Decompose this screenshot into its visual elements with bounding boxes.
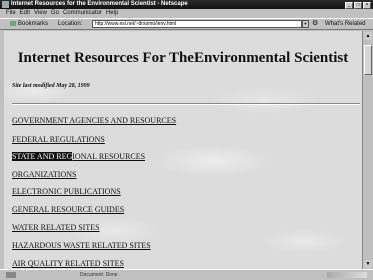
maximize-button[interactable]: □ — [354, 2, 362, 9]
scroll-up-arrow[interactable]: ▲ — [364, 32, 372, 40]
status-indicators — [327, 272, 367, 278]
whats-related-button[interactable]: What's Related — [325, 19, 366, 29]
vertical-scrollbar[interactable]: ▲ ▼ — [362, 31, 373, 269]
page-content: Internet Resources For TheEnvironmental … — [4, 31, 362, 269]
browser-window: Internet Resources for the Environmental… — [0, 0, 373, 280]
status-text: Document: Done — [80, 272, 118, 278]
netscape-icon — [2, 1, 9, 8]
menu-view[interactable]: View — [34, 10, 47, 16]
url-field[interactable]: http://www.esi.net/~drsomo/ienv.html — [92, 20, 302, 28]
location-label: Location: — [58, 21, 83, 27]
bookmark-icon — [10, 20, 16, 26]
security-icon — [6, 272, 16, 278]
window-title: Internet Resources for the Environmental… — [11, 1, 188, 7]
menu-go[interactable]: Go — [51, 10, 59, 16]
link-organizations[interactable]: ORGANIZATIONS — [12, 170, 76, 179]
last-modified-text: Site last modified May 28, 1999 — [12, 83, 90, 89]
status-bar: Document: Done — [0, 269, 373, 280]
link-text-rest: IONAL RESOURCES — [72, 152, 146, 161]
selected-text: STATE AND REG — [12, 152, 73, 161]
title-bar: Internet Resources for the Environmental… — [0, 0, 373, 9]
related-icon[interactable]: ⚙ — [312, 19, 318, 29]
minimize-button[interactable]: _ — [345, 2, 353, 9]
link-air-quality-sites[interactable]: AIR QUALITY RELATED SITES — [12, 259, 124, 268]
menu-bar: File Edit View Go Communicator Help — [0, 9, 373, 18]
link-state-regional-resources[interactable]: STATE AND REGIONAL RESOURCES — [12, 152, 145, 161]
link-water-related-sites[interactable]: WATER RELATED SITES — [12, 223, 100, 232]
close-button[interactable]: × — [363, 2, 371, 9]
horizontal-rule — [12, 103, 360, 105]
bookmarks-button[interactable]: Bookmarks — [10, 19, 48, 29]
scroll-down-arrow[interactable]: ▼ — [364, 260, 372, 268]
scroll-thumb[interactable] — [364, 45, 372, 75]
location-toolbar: Bookmarks Location: http://www.esi.net/~… — [0, 18, 373, 30]
link-federal-regulations[interactable]: FEDERAL REGULATIONS — [12, 135, 105, 144]
link-hazardous-waste-sites[interactable]: HAZARDOUS WASTE RELATED SITES — [12, 241, 151, 250]
url-dropdown-button[interactable]: ▼ — [302, 20, 309, 28]
link-electronic-publications[interactable]: ELECTRONIC PUBLICATIONS — [12, 187, 121, 196]
link-government-agencies[interactable]: GOVERNMENT AGENCIES AND RESOURCES — [12, 116, 176, 125]
menu-communicator[interactable]: Communicator — [63, 10, 102, 16]
link-general-resource-guides[interactable]: GENERAL RESOURCE GUIDES — [12, 205, 124, 214]
page-title: Internet Resources For TheEnvironmental … — [17, 50, 349, 66]
bookmarks-label: Bookmarks — [18, 21, 49, 27]
menu-edit[interactable]: Edit — [20, 10, 30, 16]
menu-file[interactable]: File — [6, 10, 16, 16]
menu-help[interactable]: Help — [106, 10, 118, 16]
